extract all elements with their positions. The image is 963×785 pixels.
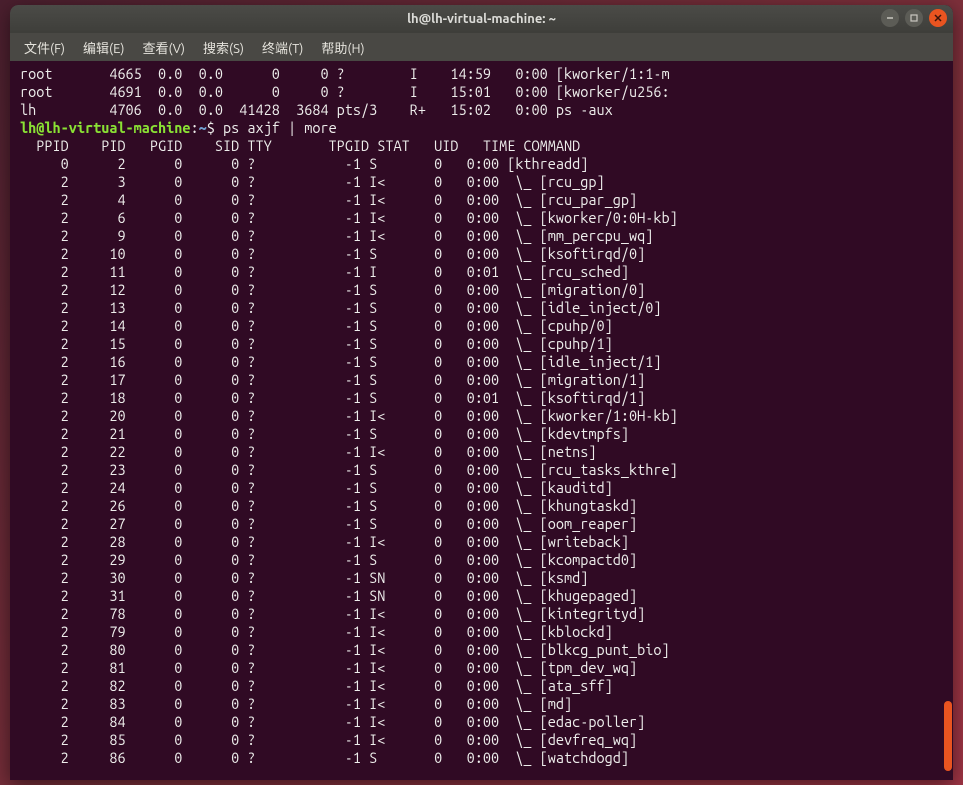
maximize-icon bbox=[909, 13, 919, 23]
menu-bar: 文件(F) 编辑(E) 查看(V) 搜索(S) 终端(T) 帮助(H) bbox=[10, 33, 953, 61]
window-title: lh@lh-virtual-machine: ~ bbox=[407, 12, 556, 26]
window-controls bbox=[881, 9, 947, 27]
menu-help[interactable]: 帮助(H) bbox=[313, 35, 372, 60]
terminal-window: lh@lh-virtual-machine: ~ 文件(F) 编辑(E) 查看(… bbox=[10, 5, 953, 780]
menu-search[interactable]: 搜索(S) bbox=[195, 35, 252, 60]
maximize-button[interactable] bbox=[905, 9, 923, 27]
menu-file[interactable]: 文件(F) bbox=[16, 35, 73, 60]
minimize-icon bbox=[885, 13, 895, 23]
menu-view[interactable]: 查看(V) bbox=[135, 35, 193, 60]
menu-edit[interactable]: 编辑(E) bbox=[75, 35, 132, 60]
scrollbar-thumb[interactable] bbox=[944, 701, 952, 771]
minimize-button[interactable] bbox=[881, 9, 899, 27]
title-bar: lh@lh-virtual-machine: ~ bbox=[10, 5, 953, 33]
scrollbar[interactable] bbox=[943, 61, 953, 780]
terminal-output[interactable]: root 4665 0.0 0.0 0 0 ? I 14:59 0:00 [kw… bbox=[10, 61, 953, 780]
scrollbar-track[interactable] bbox=[944, 61, 952, 780]
close-button[interactable] bbox=[929, 9, 947, 27]
menu-terminal[interactable]: 终端(T) bbox=[254, 35, 311, 60]
close-icon bbox=[933, 13, 943, 23]
